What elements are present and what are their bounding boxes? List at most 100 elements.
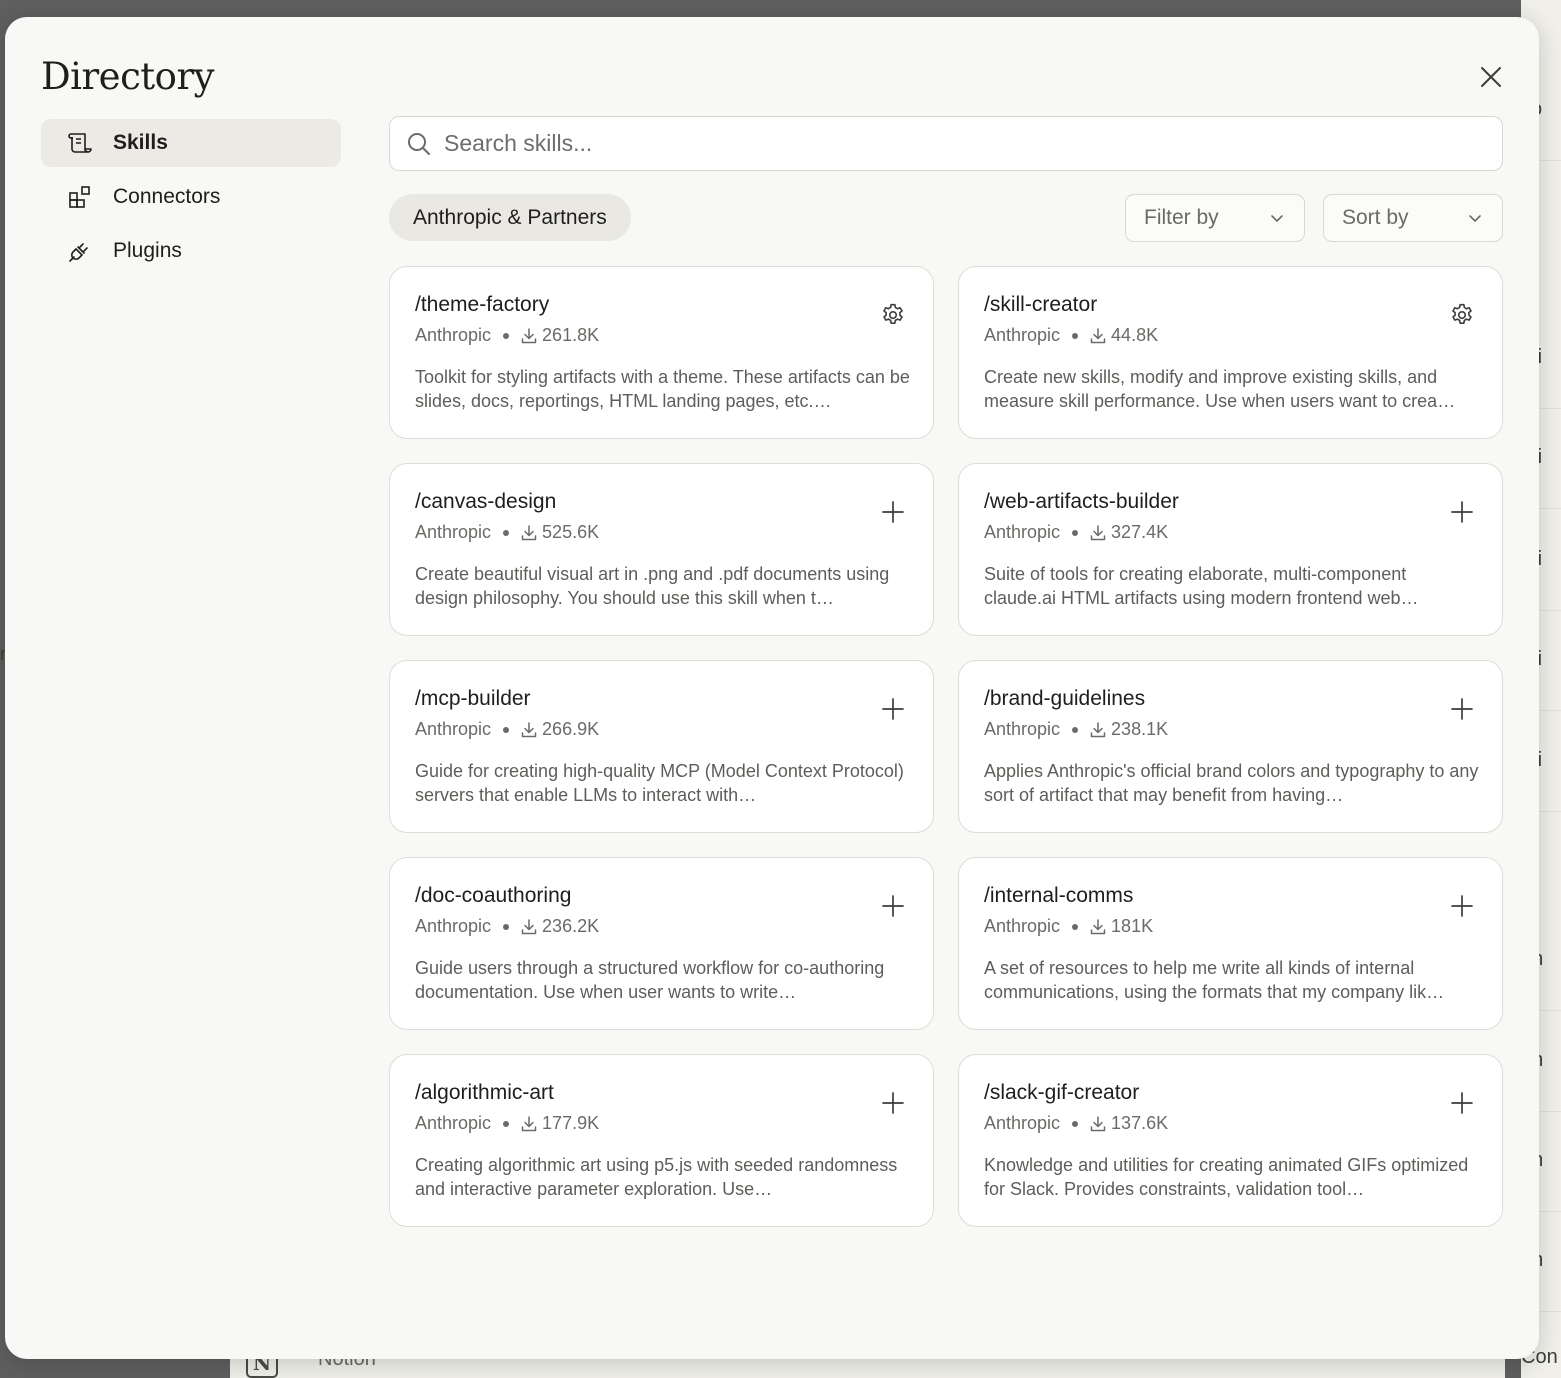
skill-name: /algorithmic-art xyxy=(415,1081,554,1104)
separator-dot xyxy=(503,923,510,930)
skill-meta: Anthropic 44.8K xyxy=(984,325,1158,346)
skill-download-count: 261.8K xyxy=(542,325,600,345)
separator-dot xyxy=(503,529,510,536)
skill-card[interactable]: /skill-creator Anthropic 44.8K Create new s… xyxy=(958,266,1503,439)
plus-icon xyxy=(882,501,904,523)
directory-sidebar: Skills Connectors Plugins xyxy=(41,119,341,281)
search-bar xyxy=(389,116,1503,171)
separator-dot xyxy=(1072,923,1079,930)
sidebar-item-connectors[interactable]: Connectors xyxy=(41,173,341,221)
search-input[interactable] xyxy=(444,130,1444,157)
separator-dot xyxy=(503,726,510,733)
skill-download-count: 266.9K xyxy=(542,719,600,739)
skill-download-count: 525.6K xyxy=(542,522,600,542)
download-icon xyxy=(1089,721,1107,739)
modal-title: Directory xyxy=(41,55,215,98)
filter-by-label: Filter by xyxy=(1144,206,1219,229)
skill-download-count: 181K xyxy=(1111,916,1154,936)
skill-download-count: 327.4K xyxy=(1111,522,1169,542)
plus-icon xyxy=(1451,895,1473,917)
skill-author: Anthropic xyxy=(984,522,1061,542)
skill-name: /web-artifacts-builder xyxy=(984,490,1179,513)
add-skill-button[interactable] xyxy=(875,888,911,924)
separator-dot xyxy=(1072,1120,1079,1127)
gear-icon xyxy=(883,303,903,324)
add-skill-button[interactable] xyxy=(875,691,911,727)
plus-icon xyxy=(882,1092,904,1114)
plus-icon xyxy=(1451,698,1473,720)
search-icon xyxy=(408,132,430,155)
skill-card[interactable]: /web-artifacts-builder Anthropic 327.4K Sui… xyxy=(958,463,1503,636)
skill-meta: Anthropic 327.4K xyxy=(984,522,1168,543)
close-icon xyxy=(1481,67,1501,87)
skill-description: Knowledge and utilities for creating ani… xyxy=(984,1155,1469,1199)
skill-name: /skill-creator xyxy=(984,293,1098,316)
skill-name: /doc-coauthoring xyxy=(415,884,572,907)
skill-meta: Anthropic 238.1K xyxy=(984,719,1168,740)
skill-card[interactable]: /theme-factory Anthropic 261.8K Toolkit for… xyxy=(389,266,934,439)
skill-description: Toolkit for styling artifacts with a the… xyxy=(415,367,910,411)
sort-by-label: Sort by xyxy=(1342,206,1409,229)
skill-description: Suite of tools for creating elaborate, m… xyxy=(984,564,1419,608)
skill-author: Anthropic xyxy=(984,325,1061,345)
skill-description: Create beautiful visual art in .png and … xyxy=(415,564,890,608)
skill-card[interactable]: /internal-comms Anthropic 181K A set of res… xyxy=(958,857,1503,1030)
download-icon xyxy=(520,1115,538,1133)
download-icon xyxy=(520,327,538,345)
skill-card[interactable]: /mcp-builder Anthropic 266.9K Guide for cre… xyxy=(389,660,934,833)
skill-name: /canvas-design xyxy=(415,490,557,513)
separator-dot xyxy=(1072,726,1079,733)
skill-author: Anthropic xyxy=(415,916,492,936)
chevron-down-icon xyxy=(1271,215,1283,223)
plus-icon xyxy=(1451,1092,1473,1114)
add-skill-button[interactable] xyxy=(1444,691,1480,727)
skill-card[interactable]: /brand-guidelines Anthropic 238.1K Applies … xyxy=(958,660,1503,833)
skill-meta: Anthropic 266.9K xyxy=(415,719,599,740)
download-icon xyxy=(520,524,538,542)
plus-icon xyxy=(882,698,904,720)
skill-description: Guide users through a structured workflo… xyxy=(415,958,885,1002)
sort-by-dropdown[interactable]: Sort by xyxy=(1323,194,1503,242)
download-icon xyxy=(1089,1115,1107,1133)
sidebar-item-plugins[interactable]: Plugins xyxy=(41,227,341,275)
skills-scroll-icon xyxy=(67,130,93,156)
connectors-blocks-icon xyxy=(67,184,93,210)
skill-name: /mcp-builder xyxy=(415,687,531,710)
close-button[interactable] xyxy=(1475,61,1507,93)
add-skill-button[interactable] xyxy=(1444,888,1480,924)
add-skill-button[interactable] xyxy=(875,494,911,530)
skill-download-count: 137.6K xyxy=(1111,1113,1169,1133)
sidebar-item-skills[interactable]: Skills xyxy=(41,119,341,167)
skill-settings-button[interactable] xyxy=(875,297,911,333)
sidebar-item-label: Connectors xyxy=(113,185,221,208)
skill-author: Anthropic xyxy=(415,719,492,739)
download-icon xyxy=(1089,524,1107,542)
skill-meta: Anthropic 236.2K xyxy=(415,916,599,937)
skill-author: Anthropic xyxy=(984,1113,1061,1133)
skill-settings-button[interactable] xyxy=(1444,297,1480,333)
download-icon xyxy=(520,721,538,739)
source-filter-pill[interactable]: Anthropic & Partners xyxy=(389,194,631,241)
plus-icon xyxy=(1451,501,1473,523)
skill-description: Guide for creating high-quality MCP (Mod… xyxy=(415,761,904,805)
skill-name: /brand-guidelines xyxy=(984,687,1146,710)
skill-author: Anthropic xyxy=(415,325,492,345)
separator-dot xyxy=(503,1120,510,1127)
skill-card[interactable]: /algorithmic-art Anthropic 177.9K Creating … xyxy=(389,1054,934,1227)
skill-card[interactable]: /canvas-design Anthropic 525.6K Create beau… xyxy=(389,463,934,636)
separator-dot xyxy=(1072,529,1079,536)
filter-by-dropdown[interactable]: Filter by xyxy=(1125,194,1305,242)
skill-card[interactable]: /slack-gif-creator Anthropic 137.6K Knowled… xyxy=(958,1054,1503,1227)
skill-description: Creating algorithmic art using p5.js wit… xyxy=(415,1155,898,1199)
add-skill-button[interactable] xyxy=(875,1085,911,1121)
skill-name: /internal-comms xyxy=(984,884,1134,907)
skill-card[interactable]: /doc-coauthoring Anthropic 236.2K Guide use… xyxy=(389,857,934,1030)
plugin-plug-icon xyxy=(67,238,93,264)
add-skill-button[interactable] xyxy=(1444,494,1480,530)
skill-meta: Anthropic 181K xyxy=(984,916,1153,937)
directory-modal: Directory Skills Connectors Plugins Sear… xyxy=(5,17,1539,1359)
chevron-down-icon xyxy=(1469,215,1481,223)
skill-description: Applies Anthropic's official brand color… xyxy=(984,761,1479,805)
add-skill-button[interactable] xyxy=(1444,1085,1480,1121)
download-icon xyxy=(1089,327,1107,345)
